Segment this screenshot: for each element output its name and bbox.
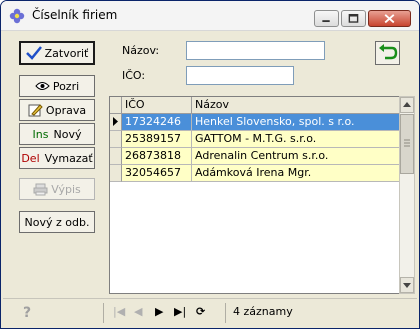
column-header-nazov[interactable]: Názov — [192, 97, 400, 113]
vymazat-label: Vymazať — [44, 151, 93, 165]
novy-z-odb-label: Nový z odb. — [24, 215, 90, 229]
indicator-header — [110, 97, 122, 113]
zatvorit-button[interactable]: Zatvoriť — [19, 41, 95, 65]
printer-icon — [33, 183, 48, 195]
row-indicator — [110, 165, 122, 182]
cell-nazov: Adrenalin Centrum s.r.o. — [192, 148, 400, 165]
nav-last-button[interactable]: ▶| — [174, 305, 186, 318]
window-title: Číselník firiem — [32, 8, 118, 22]
undo-arrow-icon — [379, 44, 398, 60]
cell-nazov: Henkel Slovensko, spol. s r.o. — [192, 114, 400, 131]
zatvorit-label: Zatvoriť — [44, 46, 89, 60]
current-row-arrow-icon — [113, 117, 118, 126]
scroll-up-icon — [403, 102, 411, 107]
cell-nazov: Adámková Irena Mgr. — [192, 165, 400, 182]
novy-label: Nový — [53, 127, 82, 141]
cell-nazov: GATTOM - M.T.G. s.r.o. — [192, 131, 400, 148]
action-toolbar: Zatvoriť Pozri Oprava Ins Nový Del Vymaz… — [7, 32, 105, 295]
pencil-edit-icon — [28, 104, 43, 117]
column-header-ico[interactable]: IČO — [122, 97, 192, 113]
row-indicator — [110, 114, 122, 131]
table-row[interactable]: 26873818 Adrenalin Centrum s.r.o. — [110, 148, 400, 165]
scroll-down-button[interactable] — [400, 277, 414, 293]
maximize-icon — [348, 13, 359, 23]
nazov-input[interactable] — [186, 41, 325, 60]
cell-ico: 32054657 — [122, 165, 192, 182]
table-row[interactable]: 17324246 Henkel Slovensko, spol. s r.o. — [110, 114, 400, 131]
nav-first-button[interactable]: |◀ — [113, 305, 125, 318]
nazov-label: Názov: — [122, 44, 160, 57]
scroll-thumb[interactable] — [400, 114, 414, 174]
app-window: Číselník firiem Zatvoriť Pozri Oprava In… — [0, 0, 420, 329]
close-icon — [384, 14, 395, 24]
cell-ico: 25389157 — [122, 131, 192, 148]
ico-input[interactable] — [186, 66, 294, 85]
table-row[interactable]: 25389157 GATTOM - M.T.G. s.r.o. — [110, 131, 400, 148]
status-separator — [225, 303, 226, 323]
title-bar: Číselník firiem — [1, 1, 419, 31]
cell-ico: 17324246 — [122, 114, 192, 131]
row-indicator — [110, 148, 122, 165]
flower-app-icon — [9, 8, 25, 24]
nav-previous-button[interactable]: ◀ — [134, 305, 142, 318]
oprava-button[interactable]: Oprava — [19, 99, 95, 121]
scroll-down-icon — [403, 283, 411, 288]
grid-header: IČO Názov — [110, 97, 400, 114]
pozri-button[interactable]: Pozri — [19, 75, 95, 97]
oprava-label: Oprava — [45, 103, 87, 117]
undo-button[interactable] — [375, 41, 400, 65]
client-area: Zatvoriť Pozri Oprava Ins Nový Del Vymaz… — [3, 32, 417, 327]
status-separator — [103, 303, 104, 323]
pozri-label: Pozri — [52, 79, 80, 93]
refresh-button[interactable]: ⟳ — [196, 305, 205, 318]
novy-button[interactable]: Ins Nový — [19, 123, 95, 145]
status-bar: ? |◀ ◀ ▶ ▶| ⟳ 4 záznamy — [3, 298, 417, 327]
firms-grid: IČO Názov 17324246 Henkel Slovensko, spo… — [109, 96, 401, 294]
checkmark-icon — [25, 46, 42, 60]
vypis-button[interactable]: Výpis — [19, 178, 95, 200]
record-count: 4 záznamy — [233, 305, 293, 318]
minimize-icon — [322, 20, 330, 23]
grid-vertical-scrollbar[interactable] — [399, 96, 415, 294]
minimize-button[interactable] — [314, 10, 339, 27]
nav-next-button[interactable]: ▶ — [155, 305, 163, 318]
row-indicator — [110, 131, 122, 148]
maximize-button[interactable] — [341, 10, 366, 27]
novy-z-odb-button[interactable]: Nový z odb. — [19, 211, 95, 233]
vypis-label: Výpis — [51, 182, 81, 196]
grip-icon — [404, 139, 410, 147]
cell-ico: 26873818 — [122, 148, 192, 165]
table-row[interactable]: 32054657 Adámková Irena Mgr. — [110, 165, 400, 182]
scroll-up-button[interactable] — [400, 97, 414, 113]
eye-icon — [35, 82, 50, 90]
vymazat-button[interactable]: Del Vymazať — [19, 147, 95, 169]
help-icon[interactable]: ? — [23, 305, 31, 321]
close-button[interactable] — [368, 10, 411, 27]
novy-shortcut: Ins — [32, 127, 49, 141]
ico-label: IČO: — [122, 69, 146, 82]
vymazat-shortcut: Del — [21, 151, 40, 165]
